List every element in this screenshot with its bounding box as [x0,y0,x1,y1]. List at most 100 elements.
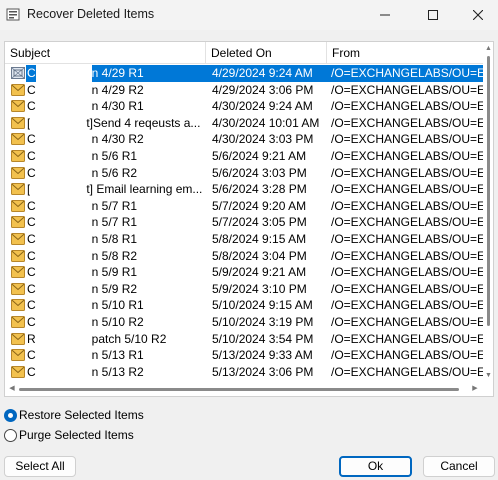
envelope-icon [11,167,25,179]
deleted-items-list[interactable]: Subject Deleted On From Cn 4/29 R1 4/29/2… [4,41,494,397]
list-row[interactable]: [t] Email learning em... 5/6/2024 3:28 PM… [5,181,483,198]
list-row[interactable]: Cn 5/9 R2 5/9/2024 3:10 PM/O=EXCHANGELABS… [5,281,483,298]
list-row[interactable]: [t]Send 4 reqeusts a... 4/30/2024 10:01 A… [5,115,483,132]
redacted-text [35,248,92,265]
row-subject: Cn 5/6 R2 [26,165,206,182]
column-header-from[interactable]: From [327,42,483,64]
horizontal-scroll-thumb[interactable] [19,388,459,391]
redacted-text [30,181,87,198]
row-subject-start: C [27,99,36,113]
column-header-deleted-on[interactable]: Deleted On [206,42,327,64]
row-from: /O=EXCHANGELABS/OU=EXCH [331,149,483,163]
row-from: /O=EXCHANGELABS/OU=EXCH [331,365,483,379]
row-subject-end: t]Send 4 reqeusts a... [86,116,201,130]
row-subject: Cn 5/10 R1 [26,297,206,314]
row-deleted-on: 5/10/2024 3:19 PM [212,315,314,329]
select-all-button[interactable]: Select All [4,456,76,477]
row-subject: Cn 5/13 R1 [26,347,206,364]
list-row[interactable]: Cn 5/10 R1 5/10/2024 9:15 AM/O=EXCHANGELA… [5,297,483,314]
vertical-scroll-thumb[interactable] [487,56,490,326]
row-subject-start: C [27,215,36,229]
minimize-icon [380,14,390,16]
list-row[interactable]: Cn 5/7 R1 5/7/2024 3:05 PM/O=EXCHANGELABS… [5,214,483,231]
row-deleted-on: 5/10/2024 3:54 PM [212,332,314,346]
close-button[interactable] [455,0,498,30]
restore-option-label: Restore Selected Items [19,408,144,422]
redacted-text [35,98,92,115]
row-deleted-on: 5/6/2024 3:03 PM [212,166,307,180]
list-row[interactable]: Cn 5/6 R1 5/6/2024 9:21 AM/O=EXCHANGELABS… [5,148,483,165]
purge-radio-button[interactable] [4,428,17,442]
row-from: /O=EXCHANGELABS/OU=EXCH [331,298,483,312]
list-row[interactable]: Cn 4/29 R1 4/29/2024 9:24 AM/O=EXCHANGELA… [5,65,483,82]
row-deleted-on: 5/8/2024 3:04 PM [212,249,307,263]
list-row[interactable]: Cn 5/8 R1 5/8/2024 9:15 AM/O=EXCHANGELABS… [5,231,483,248]
row-subject: Cn 5/9 R1 [26,264,206,281]
redacted-text [30,115,87,132]
row-from: /O=EXCHANGELABS/OU=EXCH [331,132,483,146]
redacted-text [35,264,92,281]
row-subject-end: n 5/13 R1 [91,348,144,362]
redacted-text [35,314,92,331]
row-subject: [t] Email learning em... [26,181,206,198]
purge-selected-option[interactable]: Purge Selected Items [4,427,204,443]
row-subject-end: patch 5/10 R2 [91,332,167,346]
row-subject: Cn 5/7 R1 [26,214,206,231]
scroll-right-icon[interactable]: ▶ [471,385,479,393]
row-from: /O=EXCHANGELABS/OU=EXCH [331,215,483,229]
row-subject: Cn 5/6 R1 [26,148,206,165]
ok-button[interactable]: Ok [339,456,412,477]
list-row[interactable]: Cn 5/10 R2 5/10/2024 3:19 PM/O=EXCHANGELA… [5,314,483,331]
row-subject-start: C [27,282,36,296]
row-subject-start: C [27,232,36,246]
row-deleted-on: 5/8/2024 9:15 AM [212,232,307,246]
row-from: /O=EXCHANGELABS/OU=EXCH [331,265,483,279]
envelope-icon [11,299,25,311]
scroll-down-icon[interactable]: ▼ [485,372,492,379]
maximize-icon [428,10,438,20]
row-subject-start: C [27,249,36,263]
list-row[interactable]: Cn 5/13 R2 5/13/2024 3:06 PM/O=EXCHANGELA… [5,364,483,381]
row-subject-end: n 5/13 R2 [91,365,144,379]
row-subject-end: n 4/29 R2 [91,83,144,97]
list-row[interactable]: Cn 4/30 R1 4/30/2024 9:24 AM/O=EXCHANGELA… [5,98,483,115]
row-subject: Cn 5/7 R1 [26,198,206,215]
list-row[interactable]: Cn 5/9 R1 5/9/2024 9:21 AM/O=EXCHANGELABS… [5,264,483,281]
row-subject-end: n 5/9 R2 [91,282,138,296]
row-subject-end: n 5/10 R2 [91,315,144,329]
restore-selected-option[interactable]: Restore Selected Items [4,407,204,423]
list-row[interactable]: Cn 5/6 R2 5/6/2024 3:03 PM/O=EXCHANGELABS… [5,165,483,182]
list-row[interactable]: Rpatch 5/10 R2 5/10/2024 3:54 PM/O=EXCHAN… [5,331,483,348]
row-from: /O=EXCHANGELABS/OU=EXCH [331,182,483,196]
maximize-button[interactable] [410,0,456,30]
row-subject: Cn 4/29 R1 [26,65,206,82]
column-header-subject[interactable]: Subject [5,42,206,64]
redacted-text [35,297,92,314]
row-subject-start: C [27,348,36,362]
row-from: /O=EXCHANGELABS/OU=EXCH [331,83,483,97]
cancel-button[interactable]: Cancel [423,456,495,477]
horizontal-scrollbar[interactable]: ◀ ▶ [5,382,483,396]
envelope-icon [11,133,25,145]
redacted-text [35,281,92,298]
scroll-up-icon[interactable]: ▲ [485,45,492,52]
envelope-icon [11,366,25,378]
envelope-icon [11,283,25,295]
row-subject-start: C [27,199,36,213]
list-row[interactable]: Cn 4/30 R2 4/30/2024 3:03 PM/O=EXCHANGELA… [5,131,483,148]
list-row[interactable]: Cn 5/8 R2 5/8/2024 3:04 PM/O=EXCHANGELABS… [5,248,483,265]
row-subject-start: C [27,149,36,163]
row-deleted-on: 5/6/2024 3:28 PM [212,182,307,196]
list-header: Subject Deleted On From [5,42,483,64]
window-title: Recover Deleted Items [27,7,155,21]
vertical-scrollbar[interactable]: ▲ ▼ [483,42,493,382]
row-deleted-on: 5/7/2024 9:20 AM [212,199,307,213]
envelope-icon [11,200,25,212]
row-from: /O=EXCHANGELABS/OU=EXCH [331,332,483,346]
scroll-left-icon[interactable]: ◀ [8,385,16,393]
list-row[interactable]: Cn 5/13 R1 5/13/2024 9:33 AM/O=EXCHANGELA… [5,347,483,364]
list-row[interactable]: Cn 4/29 R2 4/29/2024 3:06 PM/O=EXCHANGELA… [5,82,483,99]
minimize-button[interactable] [362,0,408,30]
restore-radio-button[interactable] [4,408,17,422]
list-row[interactable]: Cn 5/7 R1 5/7/2024 9:20 AM/O=EXCHANGELABS… [5,198,483,215]
